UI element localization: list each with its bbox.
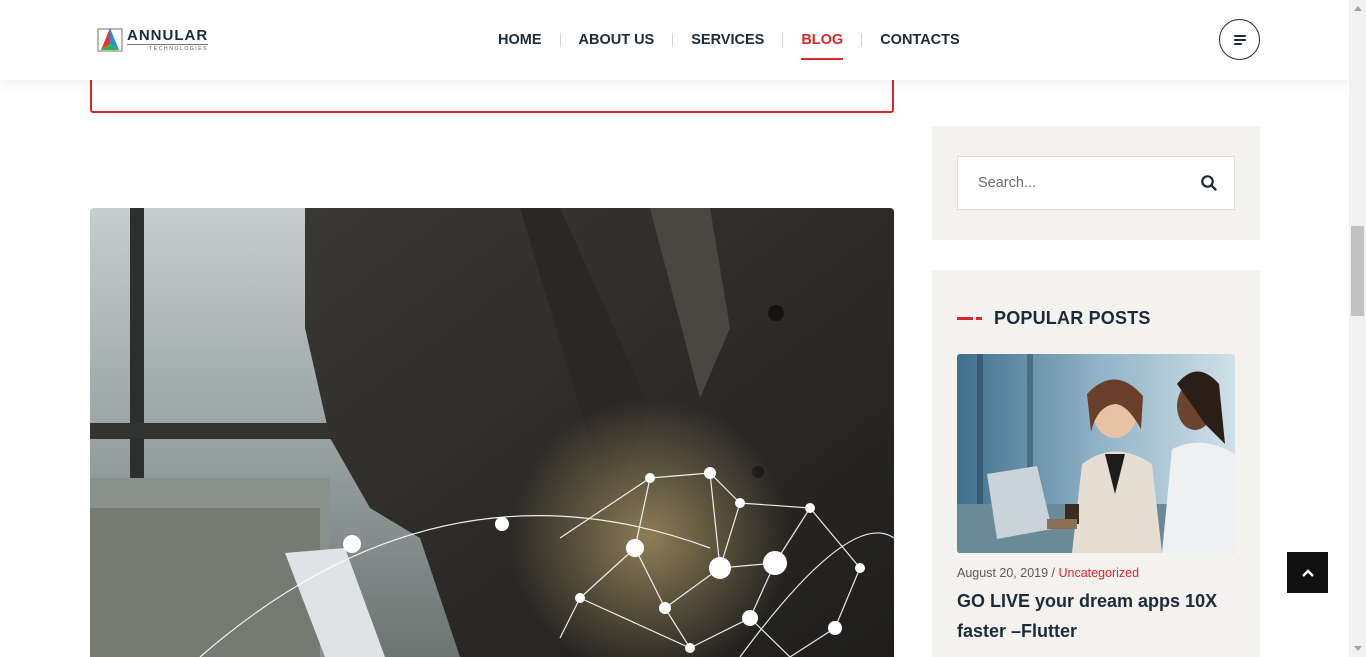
scroll-down-arrow-icon[interactable]	[1349, 640, 1366, 657]
nav-item-services[interactable]: SERVICES	[673, 0, 782, 80]
nav-item-contacts[interactable]: CONTACTS	[862, 0, 977, 80]
popular-post-title[interactable]: GO LIVE your dream apps 10X faster –Flut…	[957, 586, 1227, 646]
scrollbar-thumb[interactable]	[1351, 226, 1364, 316]
widget-heading: POPULAR POSTS	[957, 308, 1151, 329]
page: ANNULAR TECHNOLOGIES HOME ABOUT US SERVI…	[0, 0, 1366, 657]
scroll-up-arrow-icon[interactable]	[1349, 0, 1366, 17]
site-logo[interactable]: ANNULAR TECHNOLOGIES	[97, 25, 212, 55]
chevron-up-icon	[1301, 568, 1314, 577]
nav-item-home[interactable]: HOME	[480, 0, 560, 80]
blog-post-image[interactable]	[90, 208, 894, 657]
logo-mark-icon	[97, 26, 125, 54]
post-category-link[interactable]: Uncategorized	[1058, 566, 1139, 580]
title-dash-icon	[957, 317, 982, 320]
logo-name: ANNULAR	[127, 27, 209, 44]
post-meta: August 20, 2019 / Uncategorized	[957, 566, 1139, 580]
search-widget	[932, 126, 1260, 240]
hamburger-icon	[1233, 34, 1246, 45]
site-header: ANNULAR TECHNOLOGIES HOME ABOUT US SERVI…	[0, 0, 1349, 80]
search-icon[interactable]	[1200, 174, 1218, 192]
nav-item-about-us[interactable]: ABOUT US	[561, 0, 673, 80]
back-to-top-button[interactable]	[1287, 552, 1328, 593]
meta-separator: /	[1048, 566, 1059, 580]
post-date: August 20, 2019	[957, 566, 1049, 580]
menu-button[interactable]	[1219, 19, 1260, 60]
popular-posts-widget: POPULAR POSTS August 20, 2019 / Uncatego…	[932, 270, 1260, 657]
search-input[interactable]	[958, 157, 1188, 209]
popular-post-thumbnail[interactable]	[957, 354, 1235, 553]
nav-item-blog[interactable]: BLOG	[783, 0, 861, 80]
page-scrollbar[interactable]	[1349, 0, 1366, 657]
main-nav: HOME ABOUT US SERVICES BLOG CONTACTS	[480, 0, 978, 80]
search-box	[957, 156, 1235, 210]
post-image-illustration	[90, 208, 894, 657]
thumbnail-image	[957, 354, 1235, 553]
widget-title: POPULAR POSTS	[994, 308, 1151, 328]
logo-tagline: TECHNOLOGIES	[127, 44, 209, 52]
